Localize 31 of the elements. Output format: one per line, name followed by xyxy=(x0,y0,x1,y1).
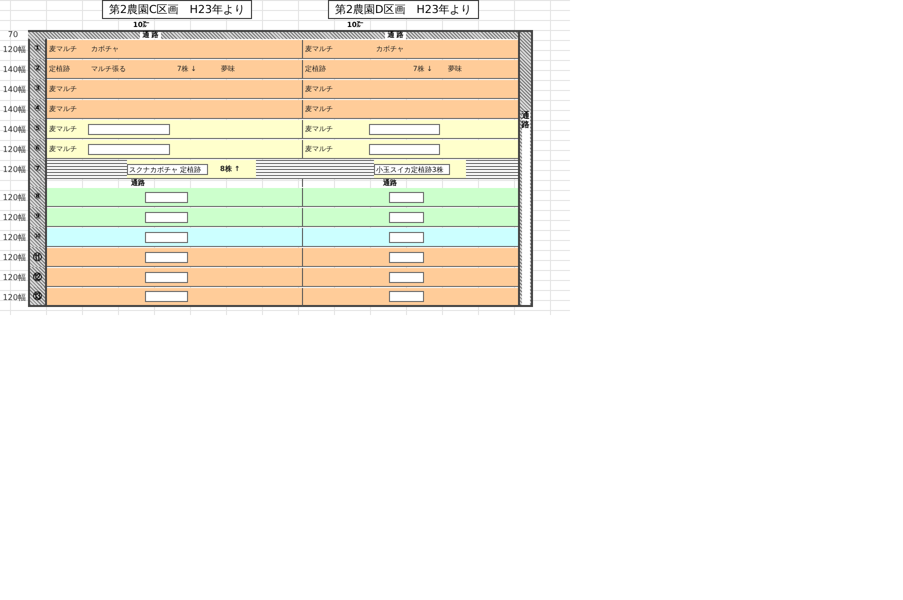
width-label: 120幅 xyxy=(2,272,27,282)
width-label: 120幅 xyxy=(2,44,27,54)
plot-title: 第2農園C区画 H23年より xyxy=(102,0,252,19)
row-number: ⑬ xyxy=(28,287,47,307)
row-number: ⑨ xyxy=(28,207,47,227)
width-label: 120幅 xyxy=(2,252,27,262)
width-label: 120幅 xyxy=(2,292,27,302)
row-number: ③ xyxy=(28,79,47,99)
width-label: 70 xyxy=(6,30,20,39)
row-number: ⑥ xyxy=(28,139,47,159)
width-label: 140幅 xyxy=(2,124,27,134)
row-number: ⑫ xyxy=(28,267,47,287)
row-number: ⑦ xyxy=(28,159,47,179)
row-number: ④ xyxy=(28,99,47,119)
plot-title: 第2農園D区画 H23年より xyxy=(328,0,479,19)
width-label: 140幅 xyxy=(2,64,27,74)
aisle-label: 通路 xyxy=(522,112,530,305)
width-label: 120幅 xyxy=(2,212,27,222)
row-number: ② xyxy=(28,59,47,79)
width-label: 120幅 xyxy=(2,164,27,174)
row-number: ⑪ xyxy=(28,247,47,267)
number-column xyxy=(28,179,47,187)
width-label: 140幅 xyxy=(2,84,27,94)
width-label: 140幅 xyxy=(2,104,27,114)
row-number: ⑧ xyxy=(28,187,47,207)
row-number: ① xyxy=(28,39,47,59)
width-label: 120幅 xyxy=(2,144,27,154)
row-number: ⑤ xyxy=(28,119,47,139)
width-label: 120幅 xyxy=(2,232,27,242)
width-label: 120幅 xyxy=(2,192,27,202)
row-number: ⑩ xyxy=(28,227,47,247)
